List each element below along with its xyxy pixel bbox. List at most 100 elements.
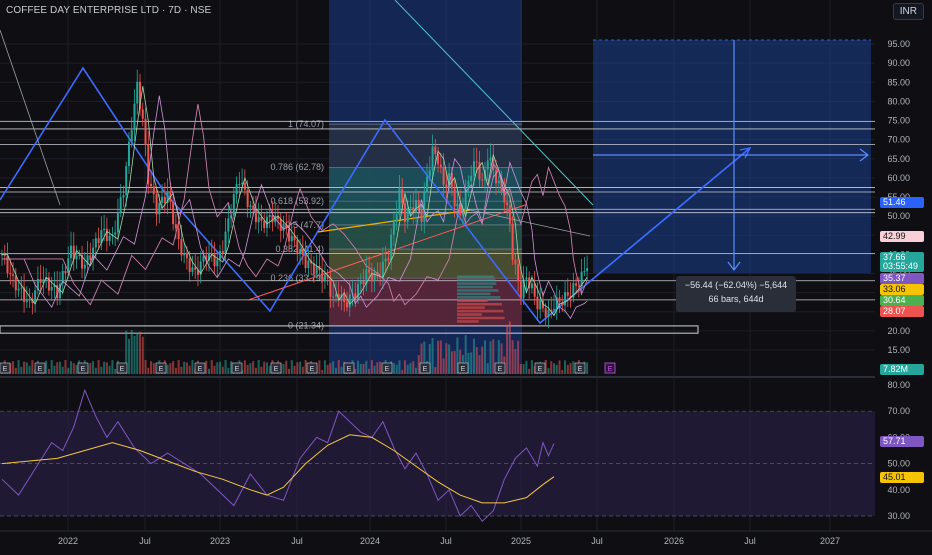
volume-bar bbox=[191, 360, 194, 374]
candle-body bbox=[78, 254, 81, 256]
volume-bar bbox=[127, 338, 130, 374]
candle-body bbox=[103, 228, 106, 231]
volume-bar bbox=[486, 363, 489, 374]
price-label: 03:55:49 bbox=[883, 261, 918, 271]
candle-body bbox=[536, 296, 539, 310]
candle-body bbox=[478, 162, 481, 180]
candle-body bbox=[127, 141, 130, 167]
volume-bar bbox=[566, 364, 569, 374]
volume-profile-bar bbox=[457, 302, 503, 306]
earnings-marker-label: E bbox=[578, 366, 583, 373]
volume-bar bbox=[141, 336, 144, 374]
volume-bar bbox=[114, 368, 117, 374]
candle-body bbox=[25, 299, 28, 302]
candle-body bbox=[304, 254, 307, 269]
volume-bar bbox=[362, 363, 365, 374]
volume-bar bbox=[323, 360, 326, 374]
candle-body bbox=[219, 250, 222, 260]
volume-bar bbox=[263, 361, 266, 374]
candle-body bbox=[368, 269, 371, 273]
price-axis-tick: 60.00 bbox=[887, 173, 910, 183]
volume-bar bbox=[448, 344, 451, 374]
volume-bar bbox=[368, 368, 371, 374]
fib-zone bbox=[329, 224, 522, 250]
candle-body bbox=[406, 207, 409, 222]
volume-bar bbox=[569, 363, 572, 374]
chart-stage[interactable]: 1 (74.07) 0.786 (62.78) 0.618 (53.92) 0.5 (… bbox=[0, 0, 932, 550]
volume-bar bbox=[254, 367, 257, 374]
rsi-axis-tick: 40.00 bbox=[887, 485, 910, 495]
candle-body bbox=[119, 197, 122, 213]
rsi-axis-tick: 50.00 bbox=[887, 459, 910, 469]
volume-bar bbox=[12, 361, 15, 374]
time-axis-tick: 2027 bbox=[820, 536, 840, 546]
candle-body bbox=[183, 253, 186, 256]
volume-bar bbox=[293, 365, 296, 374]
price-axis-tick: 90.00 bbox=[887, 58, 910, 68]
volume-bar bbox=[365, 360, 368, 374]
time-axis-tick: 2023 bbox=[210, 536, 230, 546]
candle-body bbox=[221, 250, 224, 253]
fib-label: 1 (74.07) bbox=[288, 119, 324, 129]
volume-bar bbox=[528, 368, 531, 374]
candle-body bbox=[122, 195, 125, 198]
volume-bar bbox=[72, 363, 75, 374]
candle-body bbox=[114, 232, 117, 235]
price-axis-tick: 15.00 bbox=[887, 345, 910, 355]
earnings-marker-label: E bbox=[385, 366, 390, 373]
candle-body bbox=[475, 161, 478, 163]
volume-bar bbox=[492, 339, 495, 374]
volume-bar bbox=[147, 367, 150, 374]
candle-body bbox=[575, 283, 578, 286]
volume-bar bbox=[152, 363, 155, 374]
volume-bar bbox=[45, 360, 48, 374]
time-axis-tick: Jul bbox=[744, 536, 756, 546]
candle-body bbox=[453, 188, 456, 207]
candle-body bbox=[136, 81, 139, 104]
volume-bar bbox=[166, 364, 169, 374]
earnings-marker-label: E bbox=[3, 366, 8, 373]
candle-body bbox=[116, 212, 119, 233]
candle-body bbox=[191, 267, 194, 272]
price-chart[interactable]: 1 (74.07)0.786 (62.78)0.618 (53.92)0.5 (… bbox=[0, 0, 932, 550]
candle-body bbox=[373, 272, 376, 282]
earnings-marker-label: E bbox=[38, 366, 43, 373]
volume-bar bbox=[219, 361, 222, 374]
candle-body bbox=[271, 215, 274, 223]
volume-bar bbox=[329, 363, 332, 374]
candle-body bbox=[172, 201, 175, 225]
candle-body bbox=[539, 300, 542, 310]
volume-bar bbox=[431, 338, 434, 374]
candle-body bbox=[155, 194, 158, 215]
candle-body bbox=[583, 271, 586, 273]
earnings-marker-label: E bbox=[461, 366, 466, 373]
volume-bar bbox=[508, 321, 511, 374]
price-label: 28.07 bbox=[883, 306, 906, 316]
candle-body bbox=[282, 224, 285, 231]
candle-body bbox=[553, 309, 555, 311]
volume-bar bbox=[525, 360, 528, 374]
candle-body bbox=[216, 259, 219, 267]
volume-bar bbox=[379, 361, 382, 374]
volume-profile-bar bbox=[457, 289, 499, 292]
earnings-marker-label: E bbox=[235, 366, 240, 373]
candle-body bbox=[426, 176, 429, 193]
volume-bar bbox=[437, 340, 440, 374]
candle-body bbox=[525, 277, 528, 280]
rsi-axis-tick: 70.00 bbox=[887, 406, 910, 416]
candle-body bbox=[514, 259, 517, 265]
volume-bar bbox=[489, 341, 492, 374]
candle-body bbox=[307, 260, 310, 269]
price-label: 7.82M bbox=[883, 364, 908, 374]
volume-bar bbox=[177, 360, 180, 374]
volume-bar bbox=[547, 367, 550, 374]
candle-body bbox=[415, 200, 417, 213]
volume-bar bbox=[70, 361, 72, 374]
currency-button[interactable]: INR bbox=[892, 3, 924, 20]
volume-bar bbox=[354, 368, 357, 374]
candle-body bbox=[75, 255, 78, 260]
volume-bar bbox=[139, 331, 141, 374]
volume-profile-bar bbox=[457, 320, 479, 323]
price-axis-tick: 70.00 bbox=[887, 135, 910, 145]
volume-bar bbox=[453, 350, 456, 374]
